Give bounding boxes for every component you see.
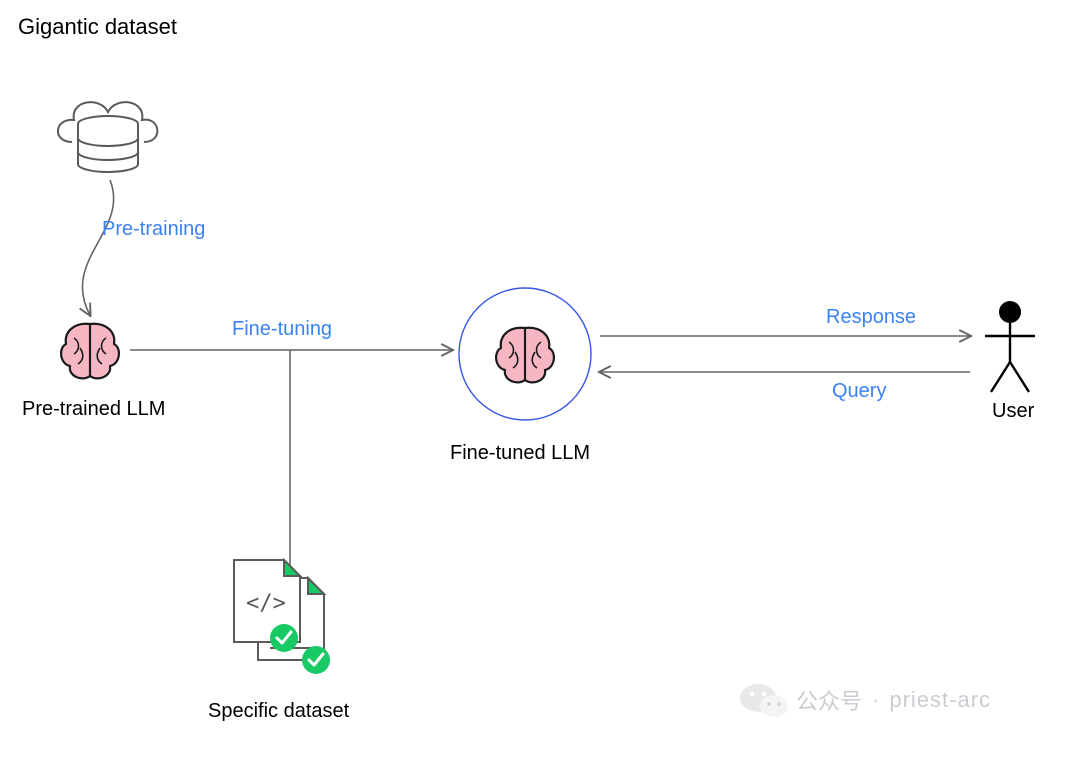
watermark: 公众号 · priest-arc: [796, 684, 991, 716]
brain-pretrained-icon: [61, 324, 119, 379]
specific-dataset-label: Specific dataset: [208, 700, 349, 723]
watermark-channel: 公众号: [796, 684, 862, 716]
pretraining-label: Pre-training: [102, 218, 205, 241]
user-label: User: [992, 400, 1034, 423]
finetuned-circle: [459, 288, 591, 420]
user-icon: [985, 301, 1035, 392]
finetuned-llm-label: Fine-tuned LLM: [450, 442, 590, 465]
pretrained-llm-label: Pre-trained LLM: [22, 398, 165, 421]
watermark-separator: ·: [872, 687, 879, 713]
cloud-database-icon: [58, 102, 157, 172]
diagram-stage: </> Gigantic dataset Pre-training Pre-tr…: [0, 0, 1080, 763]
svg-text:</>: </>: [246, 591, 286, 616]
diagram-svg: </>: [0, 0, 1080, 763]
query-label: Query: [832, 380, 886, 403]
brain-finetuned-icon: [496, 328, 554, 383]
watermark-name: priest-arc: [889, 687, 991, 713]
finetuning-label: Fine-tuning: [232, 318, 332, 341]
response-label: Response: [826, 306, 916, 329]
wechat-icon: [740, 684, 788, 717]
pretraining-arrow: [82, 180, 113, 315]
title-gigantic-dataset: Gigantic dataset: [18, 14, 177, 40]
code-docs-icon: </>: [234, 560, 330, 674]
